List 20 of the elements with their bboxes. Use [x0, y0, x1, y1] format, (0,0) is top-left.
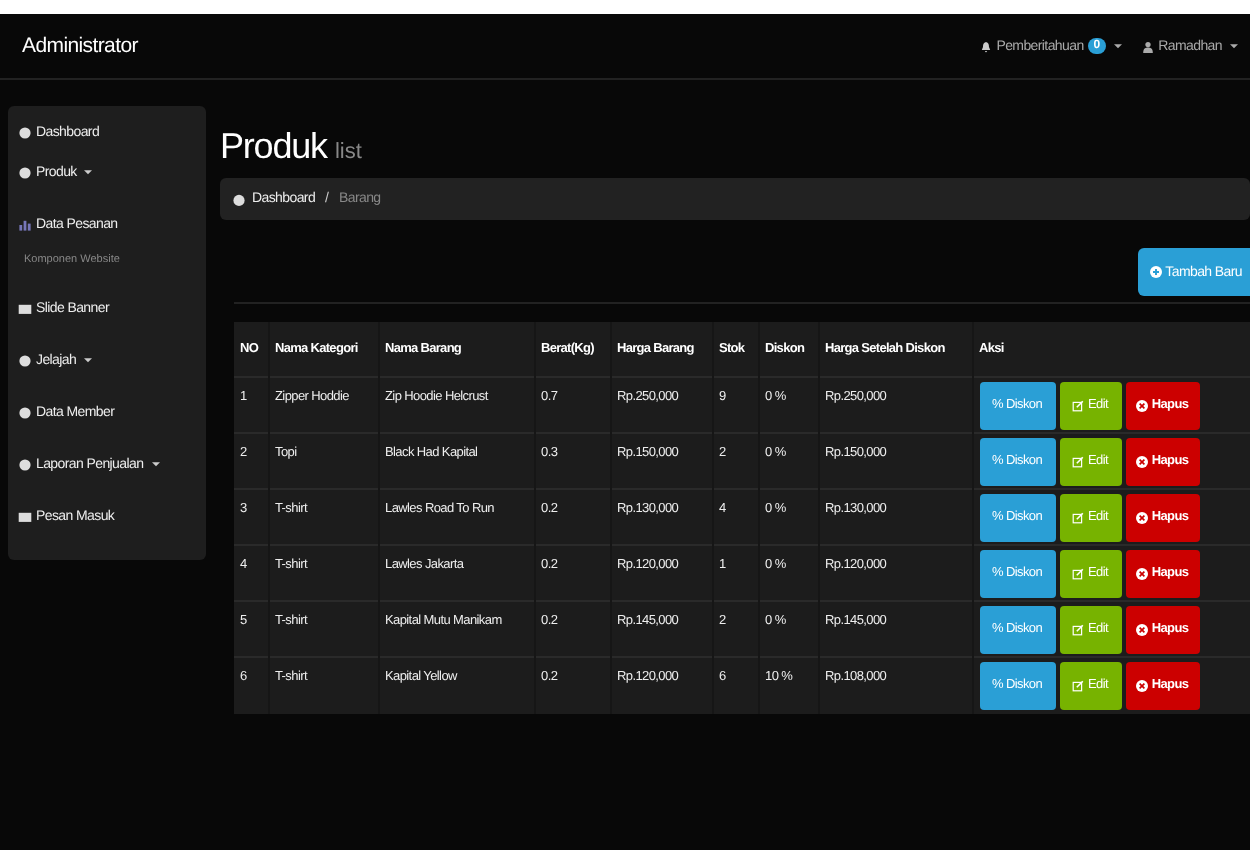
close-icon — [1135, 511, 1148, 523]
close-icon — [1135, 455, 1148, 467]
close-icon — [1135, 399, 1148, 411]
envelope-icon — [18, 509, 32, 523]
bell-icon — [980, 39, 993, 53]
caret-icon — [151, 461, 160, 467]
bar-chart-icon — [18, 217, 32, 231]
caret-icon — [84, 169, 93, 175]
caret-icon — [1114, 43, 1123, 49]
image-icon — [18, 301, 32, 315]
close-icon — [1135, 679, 1148, 692]
close-icon — [1135, 623, 1148, 635]
plus-icon — [1149, 266, 1162, 278]
caret-icon — [1230, 43, 1238, 49]
page-title: Produk — [220, 126, 327, 168]
caret-icon — [84, 357, 93, 363]
close-icon — [1135, 567, 1148, 579]
brand-title[interactable]: Administrator — [22, 34, 138, 58]
page-subtitle: list — [334, 140, 362, 164]
user-icon — [1142, 39, 1155, 53]
